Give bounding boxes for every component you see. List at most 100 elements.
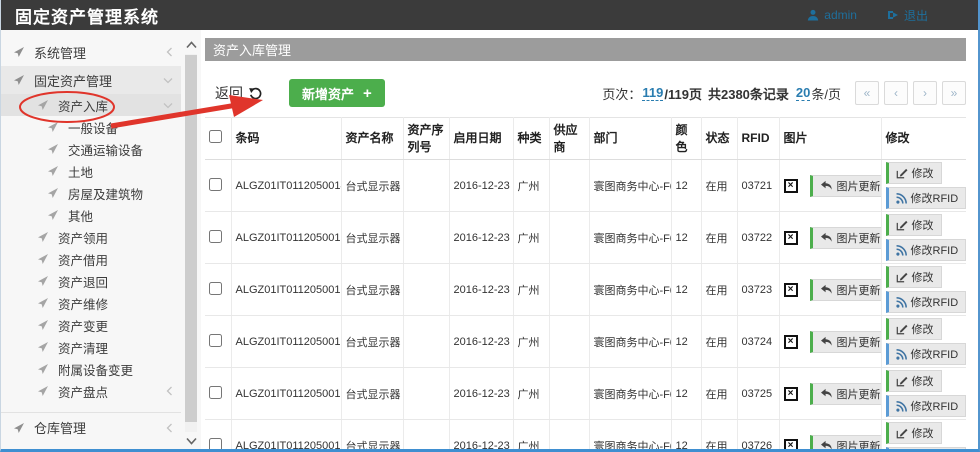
- department-cell: 寰图商务中心-F08: [589, 316, 671, 368]
- row-checkbox[interactable]: [209, 230, 222, 243]
- sidebar-item[interactable]: 交通运输设备: [1, 138, 181, 160]
- supplier-cell: [549, 264, 589, 316]
- chevron-left-icon: [166, 47, 173, 57]
- nav-arrow-icon: [37, 341, 49, 353]
- edit-rfid-button[interactable]: 修改RFID: [886, 291, 967, 313]
- category-cell: 广州: [513, 368, 549, 420]
- scroll-up-icon[interactable]: [184, 38, 198, 52]
- sidebar-item[interactable]: 资产借用: [1, 248, 181, 270]
- sidebar-item[interactable]: 土地: [1, 160, 181, 182]
- rfid-cell: 03721: [737, 160, 779, 212]
- edit-button[interactable]: 修改: [886, 266, 942, 288]
- edit-rfid-button[interactable]: 修改RFID: [886, 395, 967, 417]
- edit-button[interactable]: 修改: [886, 214, 942, 236]
- pic-update-button[interactable]: 图片更新: [810, 175, 882, 197]
- asset-name-cell: 台式显示器: [341, 420, 403, 452]
- edit-rfid-button[interactable]: 修改RFID: [886, 239, 967, 261]
- pager-prev-button[interactable]: ‹: [884, 81, 908, 105]
- category-cell: 广州: [513, 160, 549, 212]
- sidebar-item[interactable]: 固定资产管理: [1, 66, 181, 94]
- rfid-signal-icon: [896, 297, 907, 308]
- select-all-checkbox[interactable]: [209, 130, 222, 143]
- modify-cell: 修改修改RFID: [881, 264, 966, 316]
- scroll-down-icon[interactable]: [184, 434, 198, 448]
- add-asset-button[interactable]: 新增资产 +: [289, 79, 385, 107]
- status-cell: 在用: [701, 264, 737, 316]
- row-checkbox[interactable]: [209, 438, 222, 451]
- sidebar-item[interactable]: 系统管理: [1, 38, 181, 66]
- row-checkbox[interactable]: [209, 334, 222, 347]
- sidebar-item[interactable]: 资产清理: [1, 336, 181, 358]
- sidebar: 系统管理固定资产管理资产入库一般设备交通运输设备土地房屋及建筑物其他资产领用资产…: [1, 30, 201, 452]
- edit-button[interactable]: 修改: [886, 422, 942, 444]
- sidebar-item-label: 附属设备变更: [58, 360, 133, 379]
- table-header-row: 条码资产名称资产序列号启用日期种类供应商部门颜色状态RFID图片修改: [205, 118, 966, 160]
- pager-last-button[interactable]: »: [942, 81, 966, 105]
- row-checkbox[interactable]: [209, 282, 222, 295]
- table-row: ALGZ01IT0112050014台式显示器2016-12-23广州寰图商务中…: [205, 160, 966, 212]
- edit-button[interactable]: 修改: [886, 162, 942, 184]
- reply-arrow-icon: [820, 336, 833, 347]
- sidebar-item-label: 资产借用: [58, 250, 108, 269]
- pager-first-button[interactable]: «: [855, 81, 879, 105]
- page-size-link[interactable]: 20: [796, 85, 810, 101]
- sidebar-item-label: 资产领用: [58, 228, 108, 247]
- color-cell: 12: [671, 264, 701, 316]
- user-menu[interactable]: admin: [807, 7, 857, 24]
- back-button[interactable]: 返回: [215, 83, 263, 103]
- reply-arrow-icon: [820, 232, 833, 243]
- serial-cell: [403, 160, 449, 212]
- picture-cell: ×图片更新: [779, 368, 881, 420]
- edit-rfid-button[interactable]: 修改RFID: [886, 447, 967, 452]
- edit-pencil-icon: [896, 427, 908, 439]
- edit-button[interactable]: 修改: [886, 318, 942, 340]
- barcode-cell: ALGZ01IT0112050019: [231, 420, 341, 452]
- sidebar-item[interactable]: 房屋及建筑物: [1, 182, 181, 204]
- scrollbar-track[interactable]: [185, 54, 197, 432]
- status-cell: 在用: [701, 420, 737, 452]
- pic-update-button[interactable]: 图片更新: [810, 383, 882, 405]
- sidebar-scrollbar[interactable]: [184, 38, 198, 448]
- sidebar-item[interactable]: 资产维修: [1, 292, 181, 314]
- rfid-signal-icon: [896, 193, 907, 204]
- color-cell: 12: [671, 368, 701, 420]
- nav-arrow-icon: [37, 231, 49, 243]
- nav-arrow-icon: [47, 165, 59, 177]
- sidebar-item-label: 固定资产管理: [34, 71, 112, 90]
- pic-update-button[interactable]: 图片更新: [810, 331, 882, 353]
- modify-cell: 修改修改RFID: [881, 316, 966, 368]
- sidebar-item[interactable]: 仓库管理: [1, 412, 181, 440]
- sidebar-item-label: 资产变更: [58, 316, 108, 335]
- start-date-cell: 2016-12-23: [449, 420, 513, 452]
- sidebar-item[interactable]: 资产领用: [1, 226, 181, 248]
- current-page-link[interactable]: 119: [642, 85, 663, 101]
- category-cell: 广州: [513, 264, 549, 316]
- barcode-cell: ALGZ01IT0112050014: [231, 160, 341, 212]
- pic-update-button[interactable]: 图片更新: [810, 227, 882, 249]
- nav-arrow-icon: [47, 209, 59, 221]
- pic-update-button[interactable]: 图片更新: [810, 435, 882, 452]
- column-header: 资产名称: [341, 118, 403, 160]
- topbar: 固定资产管理系统 admin 退出: [1, 0, 978, 30]
- sidebar-item[interactable]: 资产变更: [1, 314, 181, 336]
- logout-button[interactable]: 退出: [887, 7, 928, 24]
- sidebar-item[interactable]: 资产退回: [1, 270, 181, 292]
- serial-cell: [403, 264, 449, 316]
- scrollbar-thumb[interactable]: [185, 55, 197, 422]
- pager-next-button[interactable]: ›: [913, 81, 937, 105]
- sidebar-item[interactable]: 资产盘点: [1, 380, 181, 402]
- pic-update-button[interactable]: 图片更新: [810, 279, 882, 301]
- row-checkbox[interactable]: [209, 178, 222, 191]
- sidebar-menu: 系统管理固定资产管理资产入库一般设备交通运输设备土地房屋及建筑物其他资产领用资产…: [1, 38, 201, 440]
- color-cell: 12: [671, 420, 701, 452]
- picture-cell: ×图片更新: [779, 316, 881, 368]
- edit-button[interactable]: 修改: [886, 370, 942, 392]
- sidebar-item[interactable]: 附属设备变更: [1, 358, 181, 380]
- row-checkbox[interactable]: [209, 386, 222, 399]
- edit-rfid-button[interactable]: 修改RFID: [886, 343, 967, 365]
- sidebar-item[interactable]: 资产入库: [1, 94, 181, 116]
- edit-rfid-button[interactable]: 修改RFID: [886, 187, 967, 209]
- status-cell: 在用: [701, 368, 737, 420]
- sidebar-item[interactable]: 其他: [1, 204, 181, 226]
- sidebar-item[interactable]: 一般设备: [1, 116, 181, 138]
